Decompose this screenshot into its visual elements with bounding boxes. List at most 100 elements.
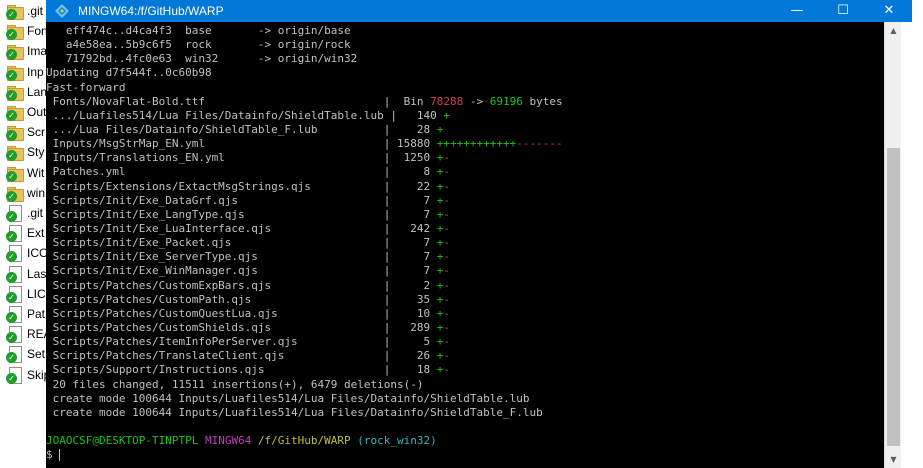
folder-icon: ✓ [6,164,24,182]
terminal-text: -> [463,94,490,108]
terminal-output[interactable]: eff474c..d4ca4f3 base -> origin/base a4e… [46,22,884,468]
terminal-line: Scripts/Patches/CustomShields.qjs | 289 … [46,321,563,335]
close-button[interactable]: ✕ [866,0,912,22]
synced-check-icon: ✓ [6,190,17,202]
terminal-text: - [443,165,450,179]
terminal-text: - [443,335,450,349]
terminal-text: - [443,306,450,320]
explorer-item-label: .git [27,206,44,220]
file-icon: ✓ [6,345,24,364]
terminal-lines: eff474c..d4ca4f3 base -> origin/base a4e… [46,24,563,462]
explorer-item[interactable]: ✓ Ext [0,223,46,243]
explorer-item-label: Pat [27,307,46,321]
vertical-scrollbar[interactable]: ▲ ▼ [884,22,902,468]
synced-check-icon: ✓ [6,211,17,222]
terminal-line: 20 files changed, 11511 insertions(+), 6… [46,378,563,392]
folder-icon: ✓ [6,2,24,20]
explorer-item[interactable]: ✓ Las [0,264,46,284]
terminal-text: .../Lua Files/Datainfo/ShieldTable_F.lub… [46,122,437,136]
explorer-item[interactable]: ✓ Inp [0,62,46,82]
folder-icon: ✓ [6,143,24,162]
terminal-text: Fonts/NovaFlat-Bold.ttf | Bin [46,94,431,108]
explorer-item[interactable]: ✓ Lan [0,82,46,102]
terminal-text: eff474c..d4ca4f3 base -> origin/base [46,24,351,37]
terminal-text: ------- [516,137,563,151]
terminal-text: Scripts/Init/Exe_LuaInterface.qjs | 242 [46,221,437,235]
explorer-item[interactable]: ✓ LIC [0,284,46,304]
explorer-item-label: Set [27,347,46,362]
terminal-text: /f/GitHub/WARP [257,434,351,448]
explorer-item-label: Out [27,105,46,119]
terminal-text: Scripts/Init/Exe_DataGrf.qjs | 7 [46,193,437,207]
terminal-text: Scripts/Patches/TranslateClient.qjs | 26 [46,349,437,363]
terminal-line: Scripts/Init/Exe_ServerType.qjs | 7 +- [46,250,563,264]
terminal-line: Scripts/Patches/ItemInfoPerServer.qjs | … [46,335,563,349]
terminal-line: create mode 100644 Inputs/Luafiles514/Lu… [46,392,563,406]
minimize-button[interactable]: — [774,0,820,22]
synced-check-icon: ✓ [6,9,17,20]
terminal-text: + [436,122,444,136]
explorer-item[interactable]: ✓ Skip [0,365,46,385]
terminal-text: - [443,292,450,306]
terminal-line: Scripts/Support/Instructions.qjs | 18 +- [46,363,563,377]
terminal-line: JOAOCSF@DESKTOP-TINPTPL MINGW64 /f/GitHu… [46,434,563,448]
title-bar[interactable]: MINGW64:/f/GitHub/WARP — ☐ ✕ [46,0,912,22]
terminal-line: Scripts/Init/Exe_WinManager.qjs | 7 +- [46,264,563,278]
explorer-item[interactable]: ✓ ICO [0,243,46,263]
explorer-item-label: LIC [27,286,46,301]
terminal-line: Scripts/Extensions/ExtactMsgStrings.qjs … [46,180,563,194]
terminal-text: Scripts/Patches/CustomQuestLua.qjs | 10 [46,306,437,320]
terminal-line: Scripts/Patches/TranslateClient.qjs | 26… [46,349,563,363]
terminal-line: Scripts/Init/Exe_LangType.qjs | 7 +- [46,208,563,222]
folder-icon: ✓ [6,22,24,41]
scroll-down-arrow-icon[interactable]: ▼ [885,451,902,468]
explorer-item[interactable]: ✓ .git [0,203,46,223]
explorer-item[interactable]: ✓ win [0,183,46,203]
explorer-item[interactable]: ✓ Scr [0,122,46,142]
explorer-item-label: Ext [27,226,45,241]
terminal-text: Scripts/Init/Exe_Packet.qjs | 7 [46,236,437,250]
explorer-item[interactable]: ✓ Sty [0,142,46,162]
synced-check-icon: ✓ [6,291,17,303]
explorer-item-label: Fon [27,24,46,39]
explorer-item-label: ICO [27,246,46,261]
terminal-text: Scripts/Patches/CustomExpBars.qjs | 2 [46,278,437,292]
explorer-item[interactable]: ✓ Ima [0,41,46,61]
terminal-window[interactable]: MINGW64:/f/GitHub/WARP — ☐ ✕ eff474c..d4… [46,0,912,468]
file-explorer-pane: ✓ .git ✓ Fon ✓ Ima ✓ Inp ✓ Lan ✓ Out ✓ Scr ✓ Sty ✓ Wit ✓ wi… [0,0,46,468]
explorer-item-label: win [27,185,46,200]
explorer-item-label: Lan [27,84,46,99]
file-icon: ✓ [6,265,24,283]
terminal-text: Scripts/Patches/ItemInfoPerServer.qjs | … [46,335,437,349]
scroll-up-arrow-icon[interactable]: ▲ [885,22,902,39]
terminal-line: Scripts/Patches/CustomExpBars.qjs | 2 +- [46,279,563,293]
explorer-item[interactable]: ✓REA [0,324,46,344]
explorer-item[interactable]: ✓ Wit [0,163,46,183]
terminal-text: - [443,250,450,264]
explorer-item[interactable]: ✓ Set [0,344,46,364]
explorer-item[interactable]: ✓ Pat [0,304,46,324]
terminal-line: Scripts/Patches/CustomPath.qjs | 35 +- [46,293,563,307]
terminal-line: Scripts/Init/Exe_Packet.qjs | 7 +- [46,236,563,250]
folder-icon: ✓ [6,42,24,61]
folder-icon: ✓ [6,103,24,121]
scrollbar-thumb[interactable] [887,148,900,446]
window-title: MINGW64:/f/GitHub/WARP [78,4,224,18]
terminal-text: - [443,264,450,278]
terminal-line: Scripts/Init/Exe_DataGrf.qjs | 7 +- [46,194,563,208]
explorer-item[interactable]: ✓ Out [0,102,46,122]
explorer-item[interactable]: ✓ .git [0,1,46,21]
terminal-line: Updating d7f544f..0c60b98 [46,66,563,80]
terminal-line: Scripts/Patches/CustomQuestLua.qjs | 10 … [46,307,563,321]
terminal-line: a4e58ea..5b9c6f5 rock -> origin/rock [46,38,563,52]
file-icon: ✓ [6,204,24,222]
terminal-text: a4e58ea..5b9c6f5 rock -> origin/rock [46,38,351,52]
file-icon: ✓ [6,366,24,384]
explorer-item[interactable]: ✓ Fon [0,21,46,41]
terminal-line: Fast-forward [46,81,563,95]
terminal-text: - [443,207,450,221]
terminal-text: - [443,221,450,235]
terminal-text: - [443,151,450,165]
maximize-button[interactable]: ☐ [820,0,866,22]
